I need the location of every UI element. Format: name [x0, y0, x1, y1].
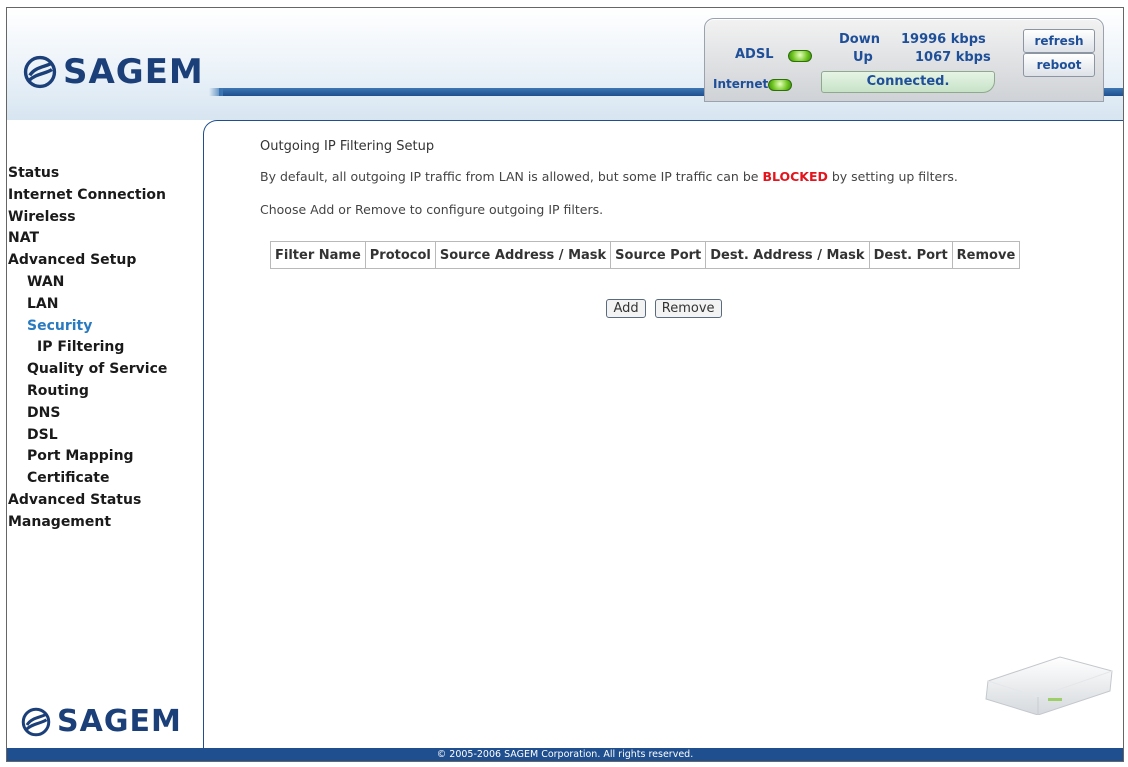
sidebar-item-dns[interactable]: DNS	[7, 403, 167, 425]
sidebar-item-certificate[interactable]: Certificate	[7, 468, 167, 490]
sagem-swoosh-icon	[23, 55, 57, 89]
blocked-keyword: BLOCKED	[762, 169, 828, 184]
table-header-row: Filter Name Protocol Source Address / Ma…	[270, 241, 1021, 269]
brand-name: SAGEM	[57, 704, 182, 739]
sidebar: Status Internet Connection Wireless NAT …	[7, 120, 203, 748]
description-default-policy: By default, all outgoing IP traffic from…	[260, 169, 958, 184]
column-header: Protocol	[364, 241, 436, 269]
footer: © 2005-2006 SAGEM Corporation. All right…	[7, 748, 1123, 761]
column-header: Remove	[951, 241, 1021, 269]
down-label: Down	[839, 32, 880, 47]
sidebar-item-wan[interactable]: WAN	[7, 272, 167, 294]
down-rate: 19996 kbps	[901, 32, 986, 47]
sidebar-nav: Status Internet Connection Wireless NAT …	[7, 163, 167, 534]
internet-led-icon	[768, 79, 792, 91]
sidebar-item-internet-connection[interactable]: Internet Connection	[7, 185, 167, 207]
sidebar-item-routing[interactable]: Routing	[7, 381, 167, 403]
column-header: Source Port	[610, 241, 707, 269]
action-buttons: Add Remove	[204, 297, 1123, 318]
sidebar-item-status[interactable]: Status	[7, 163, 167, 185]
connection-state: Connected.	[866, 74, 950, 89]
description-instructions: Choose Add or Remove to configure outgoi…	[260, 202, 604, 217]
up-label: Up	[853, 50, 873, 65]
sidebar-item-dsl[interactable]: DSL	[7, 425, 167, 447]
sidebar-item-lan[interactable]: LAN	[7, 294, 167, 316]
refresh-button[interactable]: refresh	[1023, 29, 1095, 53]
header: SAGEM ADSL Down 19996 kbps Up 1067 kbps …	[7, 8, 1123, 120]
up-rate: 1067 kbps	[915, 50, 991, 65]
brand-logo-bottom: SAGEM	[21, 704, 182, 739]
page-title: Outgoing IP Filtering Setup	[260, 139, 435, 154]
connection-status-panel: ADSL Down 19996 kbps Up 1067 kbps Intern…	[704, 18, 1104, 102]
sidebar-item-security[interactable]: Security	[7, 316, 167, 338]
sidebar-item-advanced-status[interactable]: Advanced Status	[7, 490, 167, 512]
column-header: Source Address / Mask	[434, 241, 612, 269]
filters-table: Filter Name Protocol Source Address / Ma…	[270, 241, 1021, 269]
column-header: Filter Name	[270, 241, 366, 269]
column-header: Dest. Port	[868, 241, 953, 269]
column-header: Dest. Address / Mask	[705, 241, 870, 269]
sidebar-item-nat[interactable]: NAT	[7, 228, 167, 250]
sidebar-item-ip-filtering[interactable]: IP Filtering	[7, 337, 167, 359]
copyright-text: © 2005-2006 SAGEM Corporation. All right…	[436, 749, 694, 760]
app-frame: SAGEM ADSL Down 19996 kbps Up 1067 kbps …	[6, 7, 1124, 762]
remove-button[interactable]: Remove	[654, 299, 722, 318]
add-button[interactable]: Add	[606, 299, 646, 318]
sagem-swoosh-icon	[21, 707, 51, 736]
brand-name: SAGEM	[63, 52, 204, 92]
sidebar-item-advanced-setup[interactable]: Advanced Setup	[7, 250, 167, 272]
description-text: By default, all outgoing IP traffic from…	[260, 169, 763, 184]
sidebar-item-management[interactable]: Management	[7, 512, 167, 534]
router-image	[985, 656, 1113, 715]
connection-state-box: Connected.	[821, 71, 995, 93]
sidebar-item-quality-of-service[interactable]: Quality of Service	[7, 359, 167, 381]
main-content: Outgoing IP Filtering Setup By default, …	[203, 120, 1123, 749]
brand-logo: SAGEM	[23, 52, 204, 92]
sidebar-item-port-mapping[interactable]: Port Mapping	[7, 446, 167, 468]
sidebar-item-wireless[interactable]: Wireless	[7, 207, 167, 229]
adsl-led-icon	[788, 50, 812, 62]
internet-label: Internet	[713, 77, 769, 91]
reboot-button[interactable]: reboot	[1023, 53, 1095, 77]
adsl-label: ADSL	[735, 47, 774, 62]
description-text: by setting up filters.	[827, 169, 958, 184]
